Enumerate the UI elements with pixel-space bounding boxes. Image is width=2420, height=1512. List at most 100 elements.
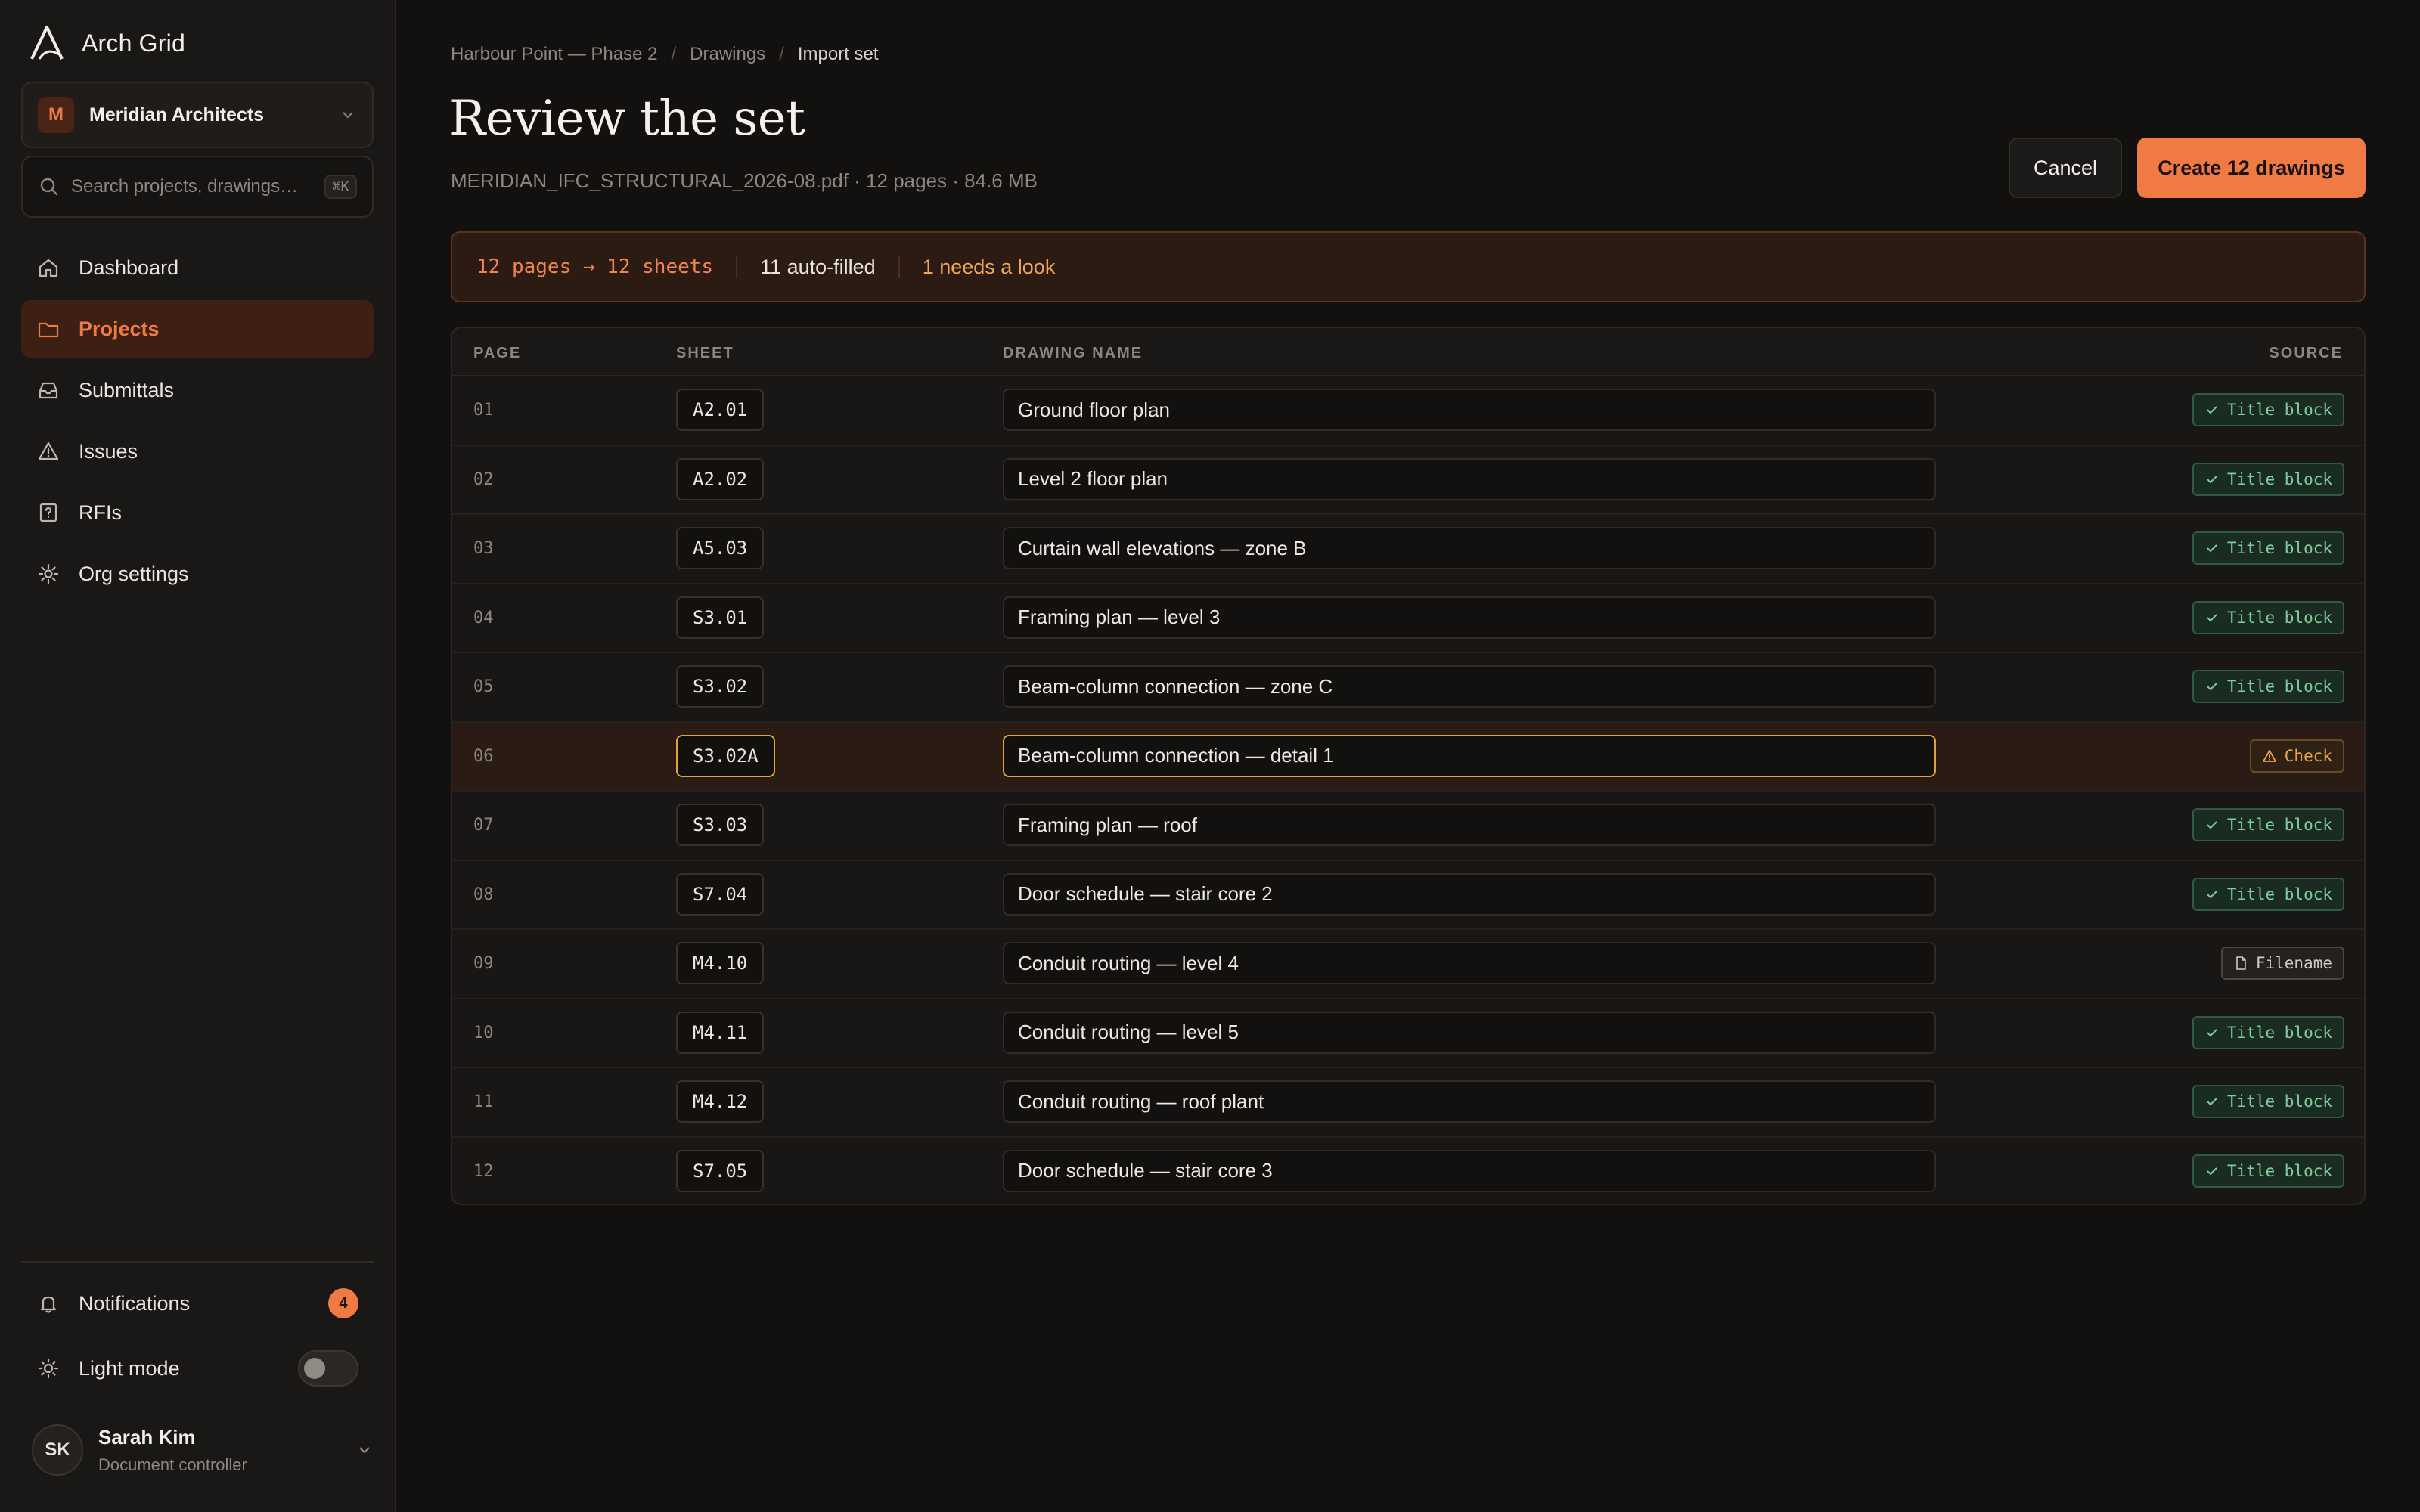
- drawing-name-input[interactable]: [1003, 942, 1936, 984]
- nav-item-projects[interactable]: Projects: [21, 300, 374, 358]
- drawing-name-input[interactable]: [1003, 596, 1936, 639]
- nav-item-dashboard[interactable]: Dashboard: [21, 239, 374, 296]
- nav-item-submittals[interactable]: Submittals: [21, 361, 374, 419]
- toggle-knob: [304, 1358, 325, 1379]
- light-mode-toggle[interactable]: [298, 1350, 358, 1387]
- drawing-name-input[interactable]: [1003, 804, 1936, 846]
- user-meta: Sarah Kim Document controller: [98, 1426, 355, 1475]
- table-row: 09 M4.10 Filename: [452, 930, 2364, 999]
- source-label: Title block: [2226, 1161, 2332, 1180]
- drawing-name-input[interactable]: [1003, 1149, 1936, 1192]
- notifications-item[interactable]: Notifications 4: [21, 1276, 374, 1331]
- source-badge: Title block: [2192, 1154, 2344, 1188]
- drawing-name-input[interactable]: [1003, 389, 1936, 431]
- nav-label: Dashboard: [79, 256, 179, 279]
- drawing-name-input[interactable]: [1003, 734, 1936, 777]
- drawing-name-input[interactable]: [1003, 1080, 1936, 1123]
- source-badge: Title block: [2192, 1015, 2344, 1049]
- drawing-name-input[interactable]: [1003, 457, 1936, 500]
- sheet-number-field[interactable]: A2.01: [676, 389, 765, 431]
- table-row: 08 S7.04 Title block: [452, 860, 2364, 930]
- sheet-number-field[interactable]: S3.01: [676, 596, 765, 639]
- check-icon: [2207, 544, 2217, 553]
- table-header: PAGE SHEET DRAWING NAME SOURCE: [452, 328, 2364, 376]
- summary-needs-look: 1 needs a look: [922, 255, 1056, 278]
- search-shortcut: ⌘K: [324, 175, 357, 199]
- gear-icon: [38, 563, 59, 584]
- search-input[interactable]: [71, 176, 325, 197]
- theme-row: Light mode: [21, 1341, 374, 1396]
- notifications-label: Notifications: [79, 1291, 191, 1315]
- nav-item-issues[interactable]: Issues: [21, 423, 374, 480]
- drawing-name-input[interactable]: [1003, 872, 1936, 916]
- sun-icon: [38, 1358, 59, 1379]
- chevron-down-icon: [359, 1447, 370, 1454]
- source-badge: Title block: [2192, 808, 2344, 841]
- source-badge: Filename: [2220, 947, 2344, 980]
- page-number: 10: [473, 1023, 494, 1043]
- brand[interactable]: Arch Grid: [29, 24, 185, 62]
- org-name: Meridian Architects: [89, 104, 265, 125]
- page-number: 03: [473, 539, 494, 558]
- sheet-number-field[interactable]: S3.02: [676, 665, 765, 708]
- source-badge: Title block: [2192, 393, 2344, 426]
- check-icon: [2207, 1098, 2217, 1106]
- breadcrumb-separator: /: [779, 44, 784, 64]
- page-number: 09: [473, 954, 494, 973]
- org-avatar: M: [38, 97, 74, 133]
- page-title: Review the set: [449, 91, 805, 147]
- column-header-page: PAGE: [473, 345, 522, 361]
- folder-icon: [38, 322, 59, 338]
- table-row: 03 A5.03 Title block: [452, 515, 2364, 584]
- drawing-name-input[interactable]: [1003, 665, 1936, 708]
- cancel-button[interactable]: Cancel: [2009, 138, 2122, 198]
- sheet-number-field[interactable]: A5.03: [676, 527, 765, 569]
- page-number: 11: [473, 1092, 494, 1111]
- nav-item-org-settings[interactable]: Org settings: [21, 545, 374, 603]
- table-row: 01 A2.01 Title block: [452, 376, 2364, 446]
- summary-divider: [736, 256, 738, 278]
- sheet-number-field[interactable]: M4.10: [676, 942, 765, 984]
- check-icon: [2207, 890, 2217, 898]
- source-label: Check: [2284, 746, 2332, 765]
- source-badge: Title block: [2192, 670, 2344, 703]
- sheet-number-field[interactable]: S7.05: [676, 1149, 765, 1192]
- sheet-number-field[interactable]: M4.11: [676, 1011, 765, 1054]
- breadcrumb-separator: /: [671, 44, 677, 64]
- user-menu[interactable]: SK Sarah Kim Document controller: [32, 1421, 374, 1479]
- check-icon: [2207, 1167, 2217, 1175]
- sheet-number-field[interactable]: S7.04: [676, 872, 765, 916]
- drawing-name-input[interactable]: [1003, 1011, 1936, 1054]
- source-label: Title block: [2226, 539, 2332, 557]
- sheet-number-field[interactable]: A2.02: [676, 457, 765, 500]
- source-label: Title block: [2226, 1092, 2332, 1111]
- source-badge: Title block: [2192, 531, 2344, 565]
- source-badge: Title block: [2192, 600, 2344, 634]
- page-number: 05: [473, 677, 494, 696]
- sheet-number-field[interactable]: S3.02A: [676, 734, 775, 777]
- page-number: 06: [473, 746, 494, 766]
- source-label: Title block: [2226, 677, 2332, 696]
- create-drawings-button[interactable]: Create 12 drawings: [2137, 138, 2366, 198]
- nav-label: RFIs: [79, 500, 122, 524]
- source-badge: Title block: [2192, 1085, 2344, 1118]
- source-label: Title block: [2226, 401, 2332, 419]
- table-body: 01 A2.01 Title block 02 A2.02 Title block 03 A5…: [452, 376, 2364, 1204]
- user-role: Document controller: [98, 1455, 247, 1474]
- page-number: 08: [473, 885, 494, 904]
- nav-item-rfis[interactable]: RFIs: [21, 484, 374, 541]
- org-switcher[interactable]: M Meridian Architects: [21, 82, 374, 148]
- warning-icon: [2262, 749, 2276, 762]
- drawing-name-input[interactable]: [1003, 527, 1936, 569]
- table-row: 02 A2.02 Title block: [452, 445, 2364, 515]
- sheet-number-field[interactable]: S3.03: [676, 804, 765, 846]
- sheet-number-field[interactable]: M4.12: [676, 1080, 765, 1123]
- table-row: 11 M4.12 Title block: [452, 1068, 2364, 1138]
- source-label: Title block: [2226, 469, 2332, 488]
- inbox-icon: [39, 382, 58, 399]
- nav-label: Org settings: [79, 562, 189, 585]
- breadcrumb-project[interactable]: Harbour Point — Phase 2: [451, 44, 657, 65]
- search-icon: [40, 178, 58, 196]
- breadcrumb-drawings[interactable]: Drawings: [690, 44, 765, 65]
- source-badge: Check: [2249, 739, 2344, 773]
